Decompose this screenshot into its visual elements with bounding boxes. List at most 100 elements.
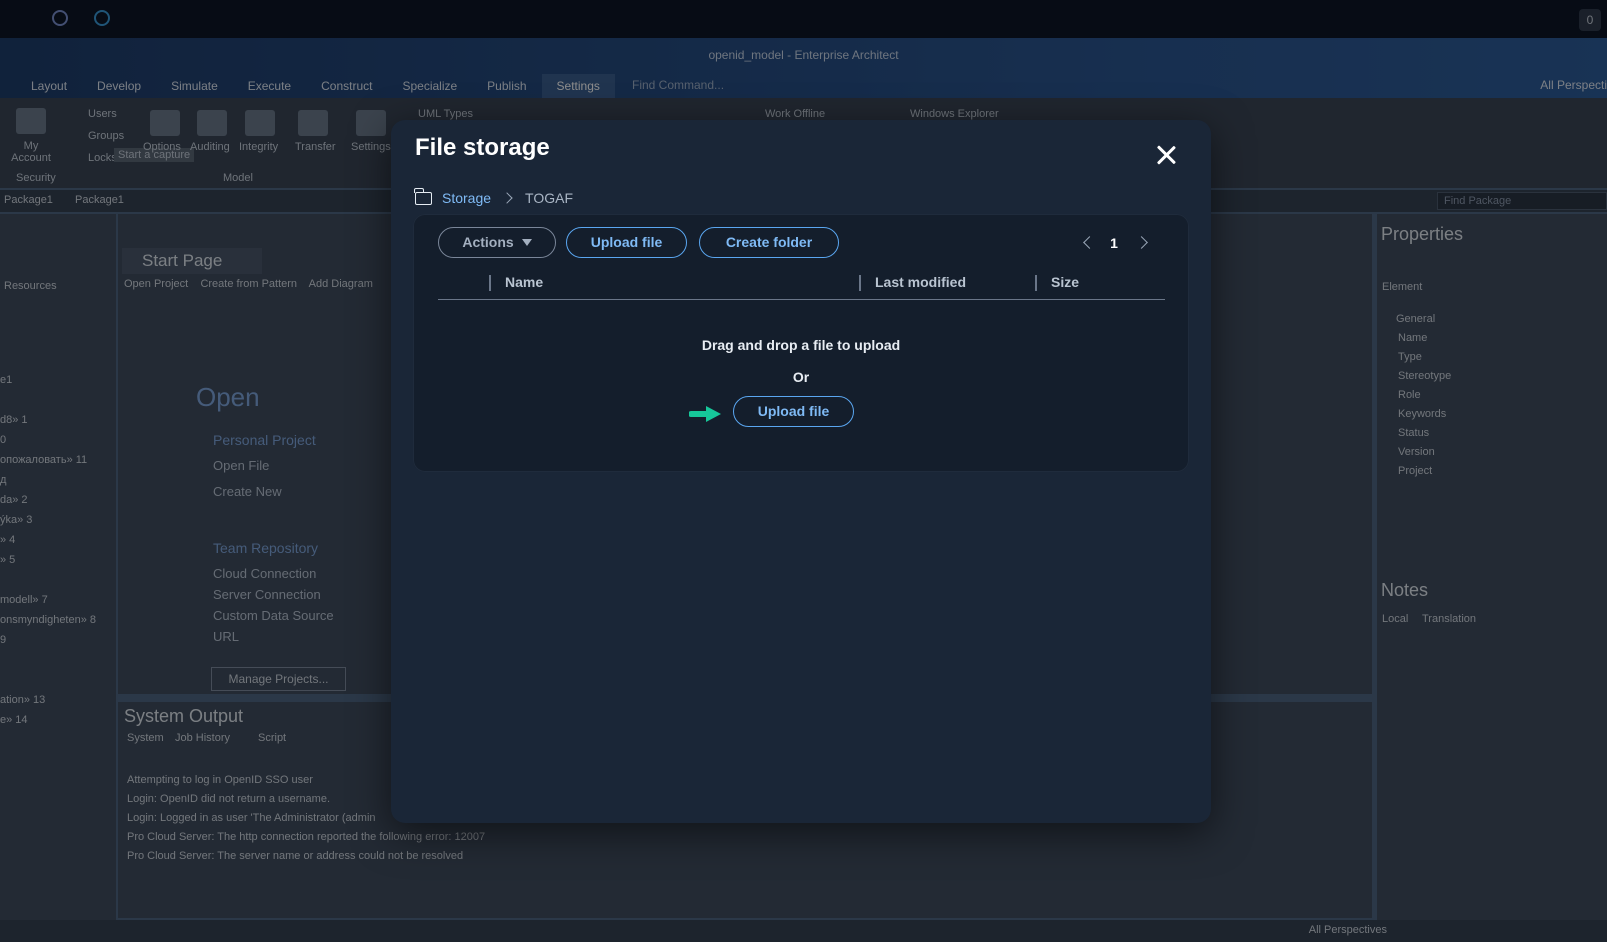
actions-label: Actions <box>462 234 514 250</box>
menu-develop[interactable]: Develop <box>82 74 156 98</box>
integrity-icon[interactable] <box>245 110 275 136</box>
auditing-button[interactable]: Auditing <box>190 141 230 153</box>
work-offline-button[interactable]: Work Offline <box>765 108 825 120</box>
menu-settings[interactable]: Settings <box>541 74 615 98</box>
breadcrumb-storage[interactable]: Storage <box>442 190 491 206</box>
tab-local[interactable]: Local <box>1382 613 1408 625</box>
settings-button[interactable]: Settings <box>351 141 391 153</box>
my-account-icon[interactable] <box>16 108 46 134</box>
log-line: Login: Logged in as user 'The Administra… <box>127 812 376 824</box>
auditing-icon[interactable] <box>197 110 227 136</box>
chevron-right-icon <box>501 192 513 204</box>
model-group-label: Model <box>223 172 253 184</box>
find-command-input[interactable]: Find Command... <box>632 78 724 92</box>
tree-item[interactable]: e» 14 <box>0 714 28 726</box>
general-section[interactable]: General <box>1396 313 1435 325</box>
windows-explorer-button[interactable]: Windows Explorer <box>910 108 999 120</box>
column-last-modified[interactable]: Last modified <box>875 274 966 290</box>
tree-item[interactable]: » 5 <box>0 554 15 566</box>
or-text: Or <box>792 369 810 385</box>
tab-element[interactable]: Element <box>1382 281 1422 293</box>
tree-item[interactable]: опожаловать» 11 <box>0 454 87 466</box>
open-file-link[interactable]: Open File <box>213 458 269 473</box>
upload-file-button[interactable]: Upload file <box>566 227 687 258</box>
column-size[interactable]: Size <box>1051 274 1079 290</box>
type-field-label: Type <box>1398 351 1422 363</box>
properties-title: Properties <box>1381 224 1464 244</box>
options-button[interactable]: Options <box>143 141 181 153</box>
start-page-subtabs: Open Project Create from Pattern Add Dia… <box>124 278 373 290</box>
menu-execute[interactable]: Execute <box>233 74 306 98</box>
menu-layout[interactable]: Layout <box>16 74 82 98</box>
tree-item[interactable]: ation» 13 <box>0 694 45 706</box>
tree-item[interactable]: д <box>0 474 6 486</box>
tab-start-page[interactable]: Start Page <box>122 248 262 274</box>
menu-simulate[interactable]: Simulate <box>156 74 233 98</box>
tree-item[interactable]: » 4 <box>0 534 15 546</box>
name-field[interactable]: Name <box>1398 332 1427 344</box>
users-button[interactable]: Users <box>88 108 117 120</box>
close-icon[interactable] <box>1153 142 1179 168</box>
tree-item[interactable]: 0 <box>0 434 6 446</box>
upload-file-button-dropzone[interactable]: Upload file <box>733 396 854 427</box>
my-account-label[interactable]: My Account <box>6 140 56 164</box>
chevron-left-icon[interactable] <box>1083 236 1096 249</box>
tree-item[interactable]: d8» 1 <box>0 414 28 426</box>
transfer-button[interactable]: Transfer <box>295 141 336 153</box>
find-package-input[interactable]: Find Package <box>1437 192 1607 210</box>
menu-publish[interactable]: Publish <box>472 74 541 98</box>
actions-dropdown[interactable]: Actions <box>438 227 556 258</box>
tab-script[interactable]: Script <box>258 732 286 744</box>
integrity-button[interactable]: Integrity <box>239 141 278 153</box>
groups-button[interactable]: Groups <box>88 130 124 142</box>
tree-item[interactable]: modell» 7 <box>0 594 48 606</box>
tab-system[interactable]: System <box>127 732 164 744</box>
chevron-right-icon[interactable] <box>1135 236 1148 249</box>
resources-tab[interactable]: Resources <box>4 280 57 292</box>
column-divider[interactable] <box>489 275 491 291</box>
subtab-open-project[interactable]: Open Project <box>124 278 188 290</box>
page-number: 1 <box>1110 235 1118 251</box>
uml-types-button[interactable]: UML Types <box>418 108 473 120</box>
column-divider[interactable] <box>1035 275 1037 291</box>
menu-construct[interactable]: Construct <box>306 74 387 98</box>
app-icon[interactable] <box>52 10 68 26</box>
create-folder-button[interactable]: Create folder <box>699 227 839 258</box>
table-header: Name Last modified Size <box>438 272 1165 300</box>
folder-icon <box>414 187 432 205</box>
subtab-add-diagram[interactable]: Add Diagram <box>309 278 373 290</box>
tree-item[interactable]: e1 <box>0 374 12 386</box>
browser-icon[interactable] <box>94 10 110 26</box>
status-perspectives[interactable]: All Perspectives <box>1309 924 1387 936</box>
column-divider[interactable] <box>859 275 861 291</box>
manage-projects-button[interactable]: Manage Projects... <box>211 667 346 691</box>
custom-data-source-link[interactable]: Custom Data Source <box>213 608 334 623</box>
file-storage-dialog: File storage Storage TOGAF Actions Uploa… <box>391 120 1211 823</box>
project-section[interactable]: Project <box>1398 465 1432 477</box>
tab-job-history[interactable]: Job History <box>175 732 230 744</box>
create-new-link[interactable]: Create New <box>213 484 282 499</box>
cloud-connection-link[interactable]: Cloud Connection <box>213 566 316 581</box>
log-line: Login: OpenID did not return a username. <box>127 793 331 805</box>
status-field-label: Status <box>1398 427 1430 439</box>
tab-translation[interactable]: Translation <box>1422 613 1476 625</box>
options-icon[interactable] <box>150 110 180 136</box>
transfer-icon[interactable] <box>298 110 328 136</box>
tree-item[interactable]: da» 2 <box>0 494 28 506</box>
settings-icon[interactable] <box>356 110 386 136</box>
log-line: Pro Cloud Server: The server name or add… <box>127 850 464 862</box>
start-page-tab-label: Start Page <box>142 251 223 270</box>
tree-item[interactable]: onsmyndigheten» 8 <box>0 614 96 626</box>
tree-item[interactable]: 9 <box>0 634 6 646</box>
column-name[interactable]: Name <box>505 274 543 290</box>
menu-specialize[interactable]: Specialize <box>387 74 472 98</box>
subtab-create-from-pattern[interactable]: Create from Pattern <box>200 278 297 290</box>
locks-button[interactable]: Locks <box>88 152 117 164</box>
url-link[interactable]: URL <box>213 629 239 644</box>
tree-item[interactable]: ýka» 3 <box>0 514 32 526</box>
breadcrumb-package1-a[interactable]: Package1 <box>4 194 53 206</box>
perspectives-button[interactable]: All Perspecti <box>1540 78 1607 92</box>
breadcrumb-package1-b[interactable]: Package1 <box>75 194 124 206</box>
server-connection-link[interactable]: Server Connection <box>213 587 321 602</box>
caret-down-icon <box>521 239 532 246</box>
